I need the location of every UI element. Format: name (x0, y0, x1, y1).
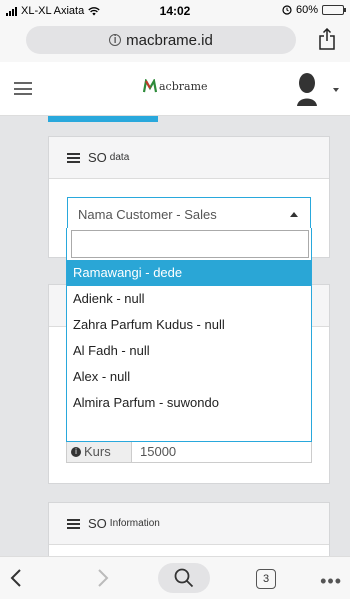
customer-select[interactable]: Nama Customer - Sales (67, 197, 311, 231)
kurs-row: i Kurs 15000 (66, 441, 312, 463)
logo-mark-icon (143, 79, 157, 93)
back-icon[interactable] (10, 569, 22, 587)
active-tab-indicator (48, 116, 158, 122)
tab-count: 3 (262, 573, 270, 585)
dropdown-option[interactable]: Adienk - null (67, 286, 311, 312)
dropdown-option[interactable]: Al Fadh - null (67, 338, 311, 364)
logo-text: acbrame (159, 79, 208, 93)
address-bar[interactable]: i macbrame.id (26, 26, 296, 54)
logo[interactable]: acbrame (143, 79, 208, 93)
customer-select-value: Nama Customer - Sales (78, 206, 217, 222)
dropdown-option[interactable]: Alex - null (67, 364, 311, 390)
search-button[interactable] (158, 563, 210, 593)
forward-icon[interactable] (97, 569, 109, 587)
kurs-label: i Kurs (66, 441, 132, 463)
kurs-field[interactable]: 15000 (132, 441, 312, 463)
tabs-button[interactable]: 3 (256, 569, 276, 589)
list-icon (67, 152, 80, 163)
battery-icon (322, 5, 346, 15)
url-text: macbrame.id (126, 31, 213, 49)
browser-address-area: i macbrame.id (0, 22, 350, 62)
battery-group: 60% (282, 4, 346, 16)
dropdown-options: Ramawangi - dede Adienk - null Zahra Parfu… (67, 260, 311, 416)
chevron-up-icon (290, 212, 298, 217)
kurs-label-text: Kurs (84, 444, 111, 459)
kurs-value-text: 15000 (140, 444, 177, 459)
so-data-subtitle: data (109, 152, 130, 163)
battery-percent: 60% (295, 4, 318, 16)
alarm-icon (282, 5, 292, 15)
dropdown-option[interactable]: Almira Parfum - suwondo (67, 390, 311, 416)
so-information-subtitle: Information (109, 518, 160, 529)
dropdown-search-input[interactable] (71, 230, 309, 258)
phone-screen: XL-XL Axiata 14:02 60% i macbrame.id acb… (0, 0, 350, 599)
so-information-header: SO Information (49, 503, 329, 545)
status-bar: XL-XL Axiata 14:02 60% (0, 0, 350, 22)
so-data-title: SO (88, 150, 107, 165)
browser-toolbar: 3 ••• (0, 556, 350, 599)
list-icon (67, 518, 80, 529)
dropdown-option[interactable]: Zahra Parfum Kudus - null (67, 312, 311, 338)
avatar[interactable] (294, 72, 320, 106)
site-info-icon[interactable]: i (109, 34, 122, 46)
dropdown-option[interactable]: Ramawangi - dede (67, 260, 311, 286)
more-icon[interactable]: ••• (320, 571, 342, 592)
user-menu-chevron-icon[interactable] (333, 88, 339, 92)
share-icon[interactable] (318, 28, 336, 50)
so-information-card: SO Information (48, 502, 330, 556)
app-header: acbrame (0, 62, 350, 116)
menu-icon[interactable] (14, 82, 32, 95)
info-icon: i (71, 446, 81, 457)
so-data-header: SO data (49, 137, 329, 179)
search-icon (174, 568, 194, 588)
so-information-title: SO (88, 516, 107, 531)
customer-dropdown: Ramawangi - dede Adienk - null Zahra Parfu… (66, 228, 312, 442)
